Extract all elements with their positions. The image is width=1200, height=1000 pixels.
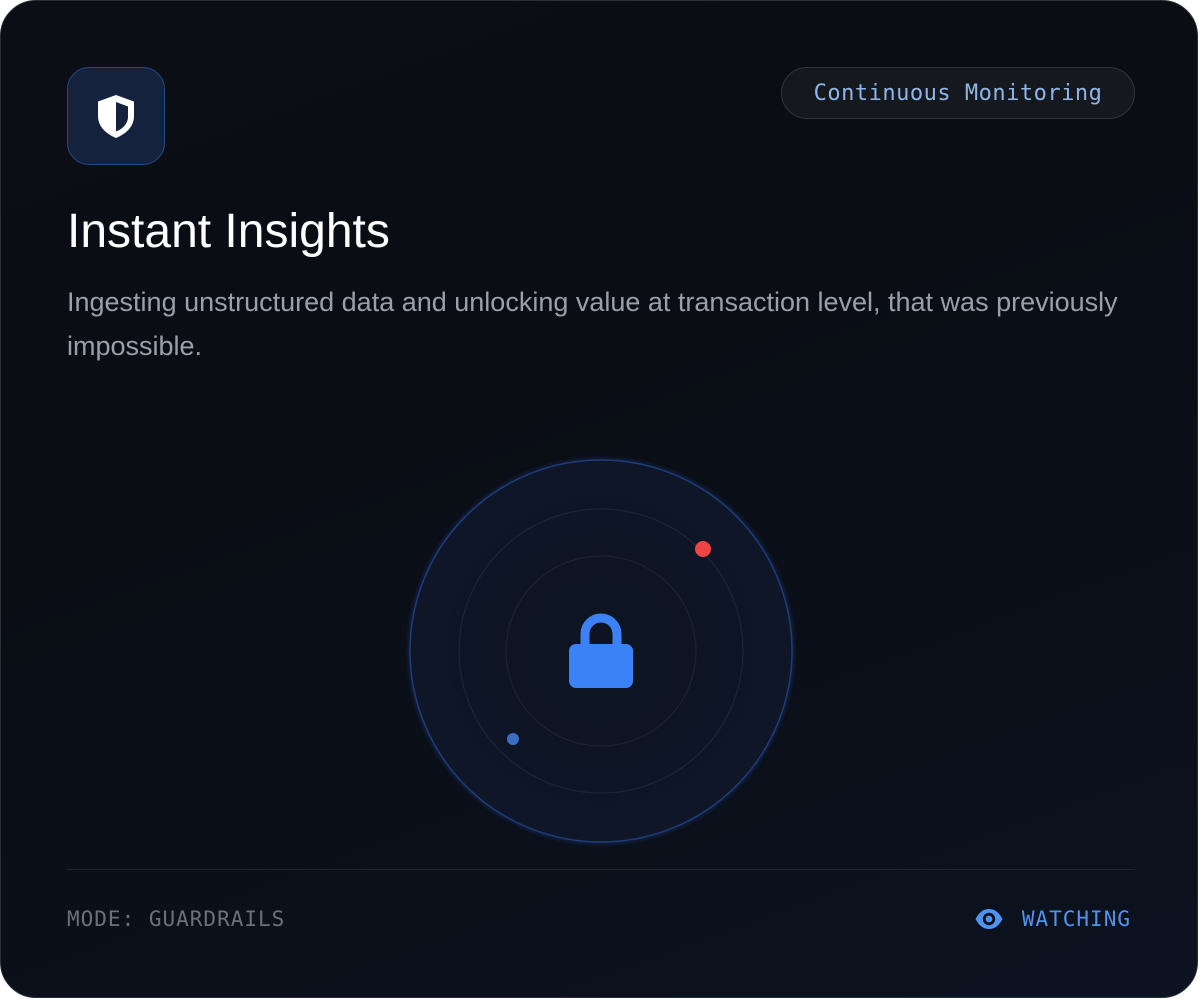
mode-label: MODE: GUARDRAILS bbox=[67, 907, 286, 931]
status-label: WATCHING bbox=[1021, 907, 1131, 931]
footer-divider bbox=[67, 869, 1135, 870]
eye-icon bbox=[975, 909, 1003, 929]
radar-blip-red bbox=[695, 541, 711, 557]
radar-blip-blue bbox=[507, 733, 519, 745]
shield-icon-tile bbox=[67, 67, 165, 165]
monitoring-badge-label: Continuous Monitoring bbox=[813, 80, 1103, 106]
feature-card: Continuous Monitoring Instant Insights I… bbox=[0, 0, 1198, 998]
status-indicator: WATCHING bbox=[974, 903, 1131, 935]
radar-visual bbox=[408, 458, 794, 844]
card-title: Instant Insights bbox=[67, 205, 390, 258]
shield-icon bbox=[98, 95, 134, 138]
monitoring-badge: Continuous Monitoring bbox=[781, 67, 1135, 119]
card-description: Ingesting unstructured data and unlockin… bbox=[67, 287, 1118, 361]
